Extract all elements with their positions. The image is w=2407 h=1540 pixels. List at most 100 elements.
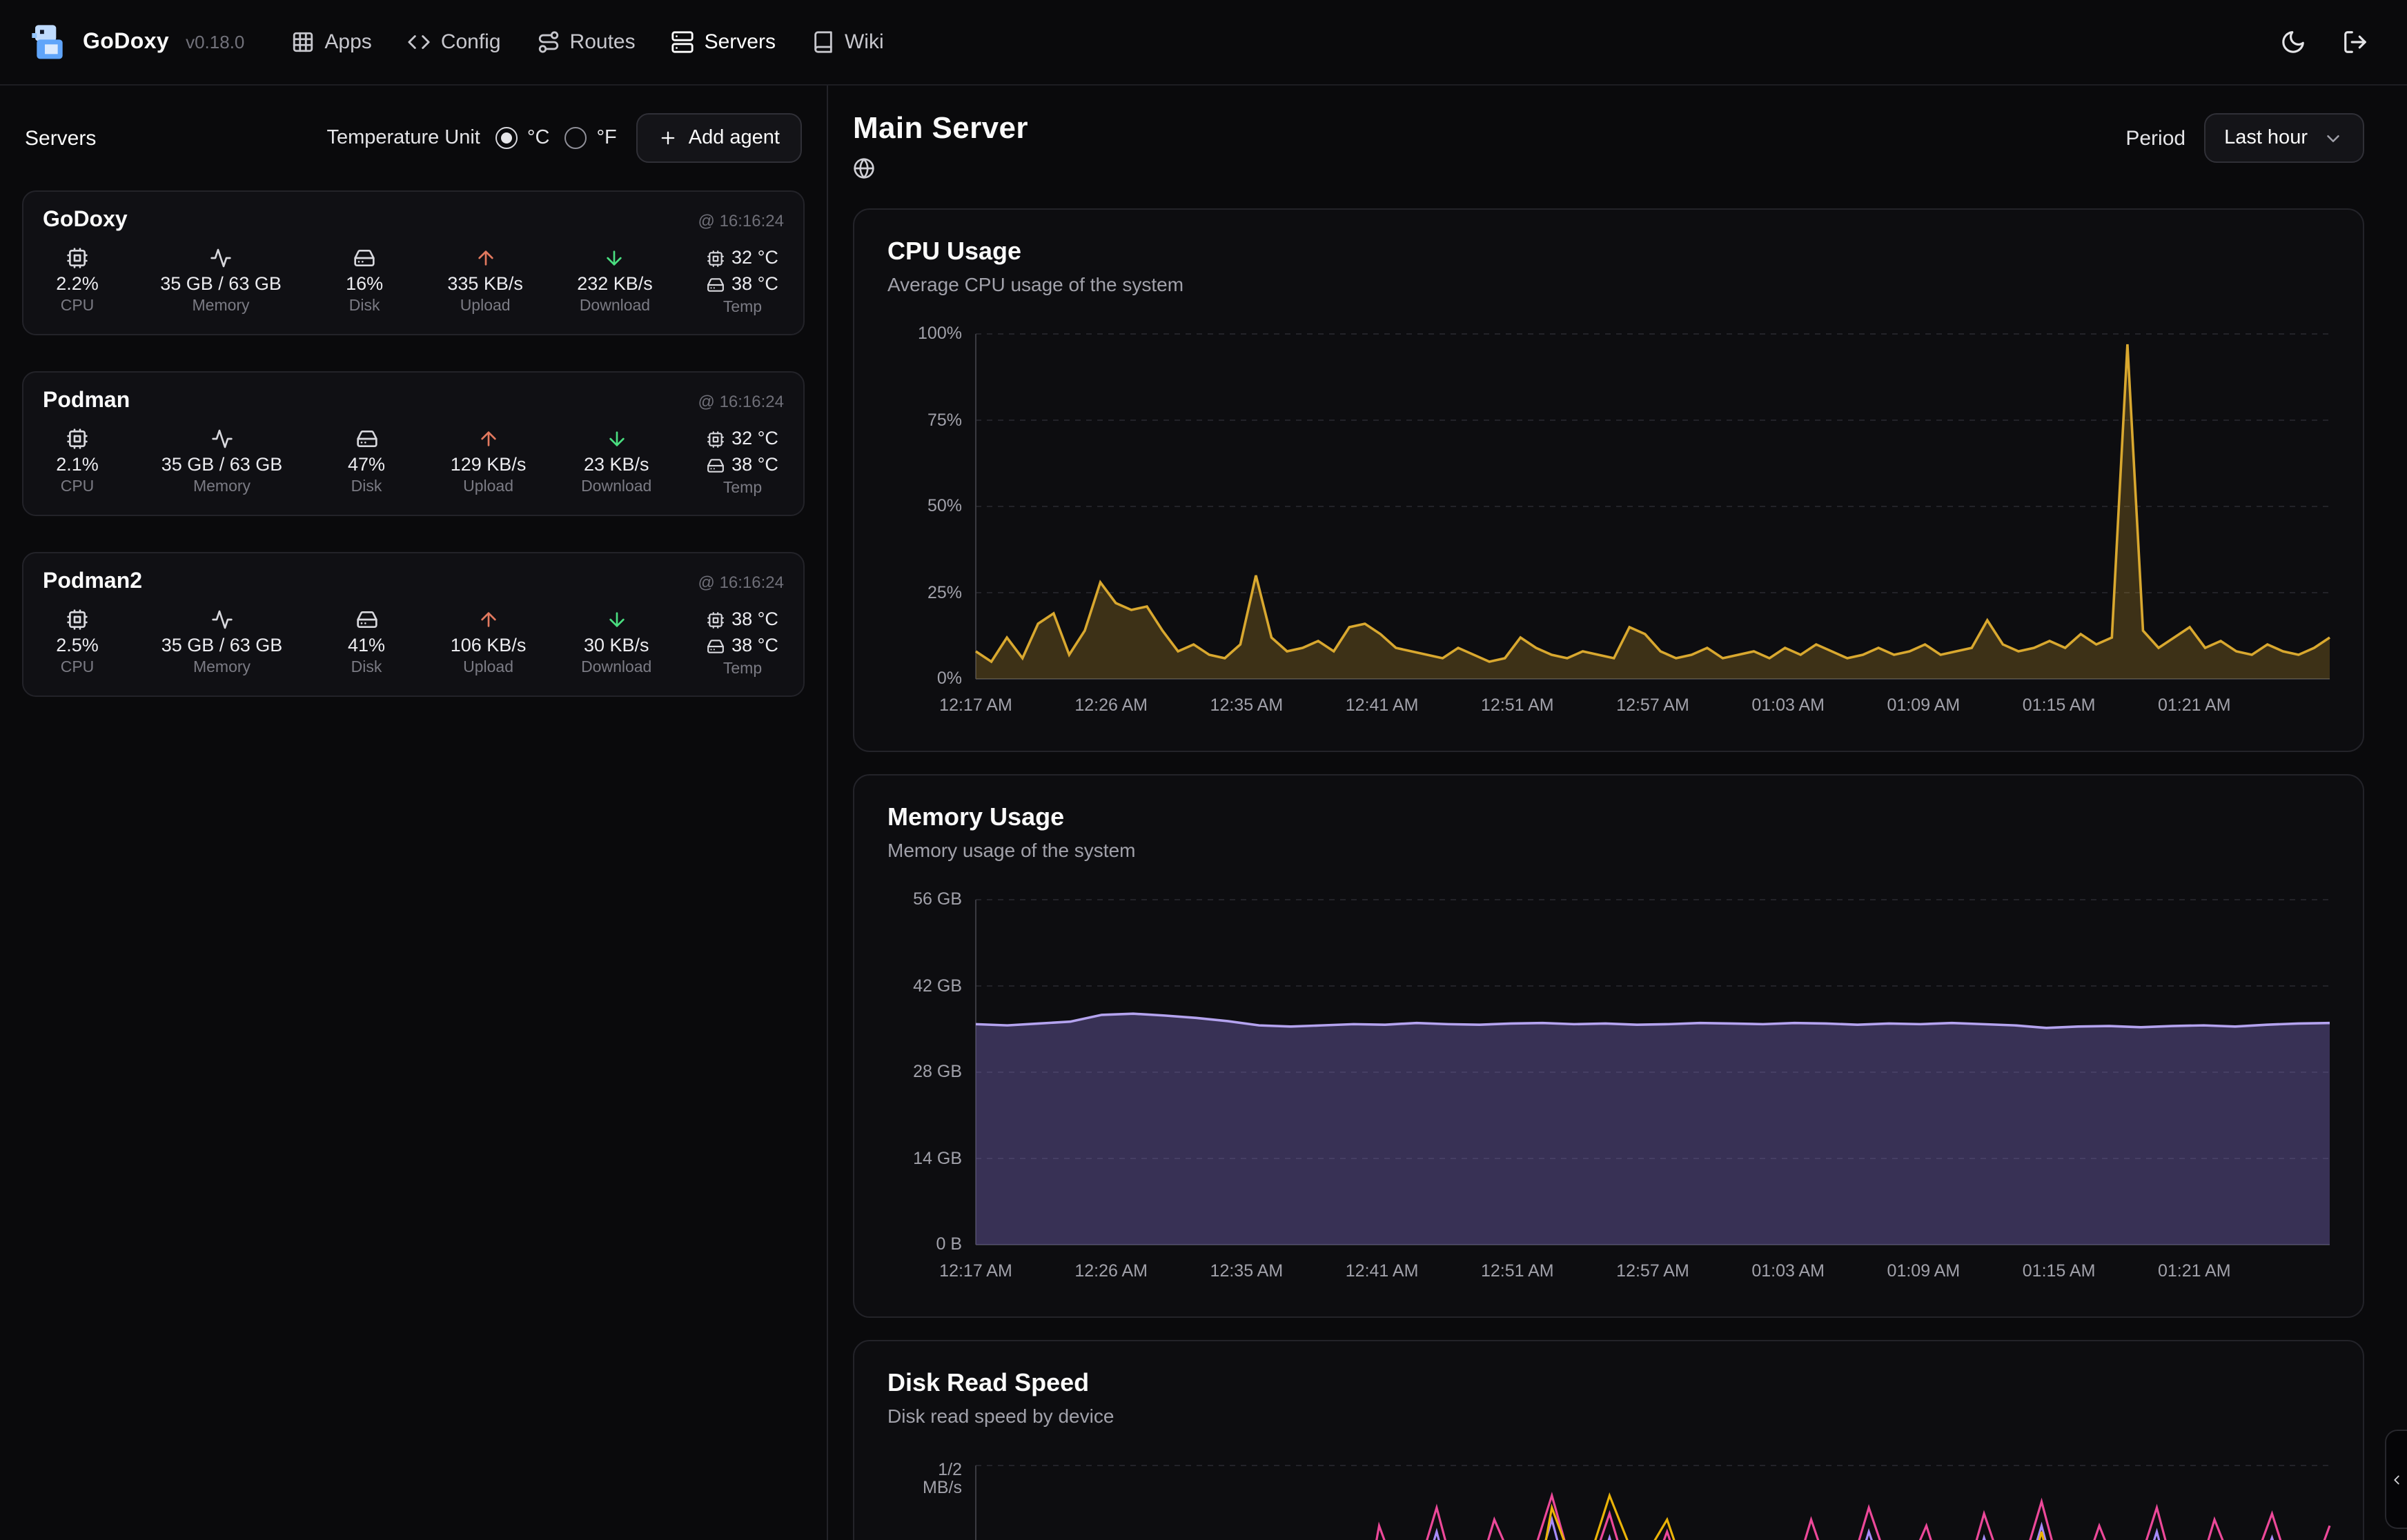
brand-name: GoDoxy — [83, 30, 169, 55]
stat-temp: 38 °C 38 °C Temp — [707, 609, 778, 678]
stat-label: Disk — [351, 479, 382, 495]
cpu-temp-value: 32 °C — [731, 428, 778, 450]
stat-disk: 16% Disk — [335, 247, 393, 315]
period-select[interactable]: Last hour — [2203, 113, 2364, 163]
stat-memory: 35 GB / 63 GB Memory — [161, 609, 283, 676]
stat-download: 232 KB/s Download — [577, 247, 653, 315]
nav-item-label: Apps — [324, 30, 371, 54]
stat-memory: 35 GB / 63 GB Memory — [161, 428, 283, 495]
disk-temp-value: 38 °C — [731, 635, 778, 657]
server-card-podman[interactable]: Podman @ 16:16:24 2.1% CPU 35 GB / 63 GB… — [22, 371, 805, 516]
period-group: Period Last hour — [2125, 113, 2364, 163]
navbar-actions — [2280, 29, 2377, 55]
stat-value: 47% — [348, 454, 385, 475]
main-panel: Main Server Period Last hour CPU Usage A… — [828, 86, 2407, 1540]
radio-fahrenheit-circle[interactable] — [564, 127, 587, 149]
stat-cpu: 2.1% CPU — [48, 428, 106, 495]
chart-subtitle: Disk read speed by device — [887, 1405, 2330, 1427]
disk-read-speed-plot — [976, 1465, 2330, 1540]
nav-item-config[interactable]: Config — [394, 19, 515, 65]
chart-subtitle: Memory usage of the system — [887, 839, 2330, 861]
server-name: Podman — [43, 389, 130, 414]
activity-icon — [211, 609, 233, 631]
stat-value: 2.2% — [56, 273, 99, 294]
chart-subtitle: Average CPU usage of the system — [887, 273, 2330, 295]
nav-item-label: Routes — [570, 30, 636, 54]
stat-value: 23 KB/s — [584, 454, 649, 475]
cpu-temp-value: 38 °C — [731, 609, 778, 631]
collapse-drawer-tab[interactable] — [2385, 1430, 2407, 1529]
godoxy-logo — [30, 23, 69, 61]
code-icon — [408, 30, 431, 54]
nav-item-apps[interactable]: Apps — [277, 19, 385, 65]
add-agent-label: Add agent — [689, 127, 780, 149]
radio-celsius-circle[interactable] — [495, 127, 518, 149]
stat-value: 30 KB/s — [584, 635, 649, 655]
stat-label: Temp — [723, 661, 762, 678]
stat-label: Upload — [463, 479, 513, 495]
nav-item-label: Servers — [705, 30, 776, 54]
cpu-temp-icon — [707, 430, 725, 448]
server-updated-time: @ 16:16:24 — [698, 573, 784, 592]
stat-upload: 335 KB/s Upload — [447, 247, 523, 315]
stat-label: Temp — [723, 299, 762, 316]
memory-usage-card: Memory Usage Memory usage of the system … — [853, 774, 2364, 1318]
theme-toggle-moon-icon[interactable] — [2280, 29, 2306, 55]
server-stats: 2.2% CPU 35 GB / 63 GB Memory 16% Disk — [43, 247, 784, 316]
disk-read-speed-card: Disk Read Speed Disk read speed by devic… — [853, 1340, 2364, 1540]
server-stats: 2.5% CPU 35 GB / 63 GB Memory 41% Disk — [43, 609, 784, 678]
server-card-godoxy[interactable]: GoDoxy @ 16:16:24 2.2% CPU 35 GB / 63 GB… — [22, 190, 805, 335]
stat-label: Memory — [193, 660, 250, 676]
stat-label: Memory — [193, 298, 250, 315]
arrow-up-icon — [474, 247, 496, 269]
apps-grid-icon — [291, 30, 315, 54]
radio-fahrenheit[interactable]: °F — [564, 127, 616, 149]
radio-celsius[interactable]: °C — [495, 127, 550, 149]
stat-temp: 32 °C 38 °C Temp — [707, 247, 778, 316]
cpu-icon — [66, 428, 88, 450]
y-axis: 100%75%50%25%0% — [887, 334, 962, 679]
nav-item-wiki[interactable]: Wiki — [798, 19, 898, 65]
period-value: Last hour — [2224, 127, 2308, 149]
nav-items: Apps Config Routes Servers Wiki — [277, 19, 897, 65]
server-updated-time: @ 16:16:24 — [698, 211, 784, 230]
stat-label: CPU — [61, 479, 95, 495]
cpu-temp-icon — [707, 611, 725, 629]
arrow-up-icon — [478, 609, 500, 631]
hard-drive-icon — [355, 428, 377, 450]
x-axis: 12:17 AM12:26 AM12:35 AM12:41 AM12:51 AM… — [976, 679, 2330, 723]
stat-label: Download — [580, 298, 650, 315]
nav-item-servers[interactable]: Servers — [658, 19, 789, 65]
activity-icon — [211, 428, 233, 450]
add-agent-button[interactable]: Add agent — [636, 113, 802, 163]
logout-icon[interactable] — [2342, 29, 2368, 55]
stat-value: 41% — [348, 635, 385, 655]
stat-label: Download — [581, 479, 651, 495]
fahrenheit-label: °F — [596, 127, 616, 149]
stat-label: Upload — [463, 660, 513, 676]
plus-icon — [658, 128, 678, 148]
top-navbar: GoDoxy v0.18.0 Apps Config Routes Server… — [0, 0, 2407, 86]
stat-cpu: 2.2% CPU — [48, 247, 106, 315]
stat-temp: 32 °C 38 °C Temp — [707, 428, 778, 497]
disk-temp-value: 38 °C — [731, 273, 778, 295]
cpu-usage-plot — [976, 334, 2330, 679]
stat-value: 35 GB / 63 GB — [160, 273, 282, 294]
route-icon — [537, 30, 560, 54]
nav-item-routes[interactable]: Routes — [523, 19, 649, 65]
server-name: Podman2 — [43, 570, 142, 595]
memory-usage-plot — [976, 900, 2330, 1245]
disk-temp-icon — [707, 456, 725, 474]
stat-label: CPU — [61, 298, 95, 315]
stat-label: CPU — [61, 660, 95, 676]
disk-temp-value: 38 °C — [731, 454, 778, 476]
chevron-down-icon — [2323, 128, 2344, 148]
cpu-usage-chart: 100%75%50%25%0% 12:17 AM12:26 AM12:35 AM… — [887, 334, 2330, 723]
stat-download: 30 KB/s Download — [581, 609, 651, 676]
memory-usage-chart: 56 GB42 GB28 GB14 GB0 B 12:17 AM12:26 AM… — [887, 900, 2330, 1289]
book-icon — [812, 30, 835, 54]
server-card-podman2[interactable]: Podman2 @ 16:16:24 2.5% CPU 35 GB / 63 G… — [22, 552, 805, 697]
stat-memory: 35 GB / 63 GB Memory — [160, 247, 282, 315]
stat-value: 2.5% — [56, 635, 99, 655]
server-icon — [671, 30, 695, 54]
